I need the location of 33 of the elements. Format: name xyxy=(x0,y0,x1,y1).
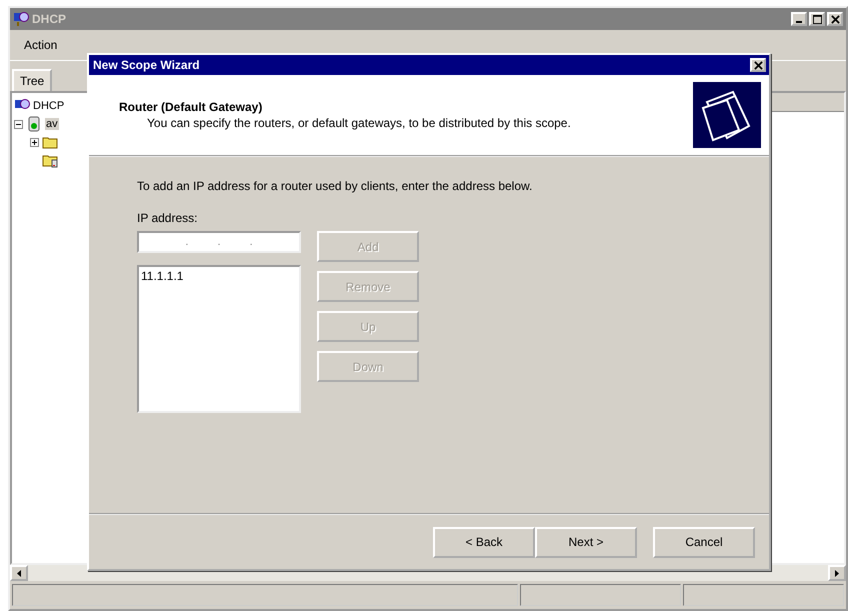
scroll-left-button[interactable] xyxy=(10,565,28,581)
window-title: DHCP xyxy=(32,12,66,26)
wizard-nav-button[interactable]: < Back xyxy=(433,526,535,558)
tree-tab[interactable]: Tree xyxy=(12,69,52,91)
minimize-icon xyxy=(796,21,802,23)
dialog-title: New Scope Wizard xyxy=(93,58,200,72)
tree-item[interactable]: av xyxy=(45,118,59,130)
expand-icon[interactable] xyxy=(30,138,39,146)
folders-icon xyxy=(693,82,761,148)
close-icon xyxy=(830,14,840,24)
ip-address-label: IP address: xyxy=(137,211,198,225)
instruction-text: To add an IP address for a router used by clients, enter the address below. xyxy=(137,179,534,193)
maximize-icon xyxy=(812,14,822,24)
left-arrow-icon xyxy=(17,570,21,576)
page-description: You can specify the routers, or default gateways, to be distributed by this scope. xyxy=(146,116,572,130)
scroll-right-button[interactable] xyxy=(828,565,846,581)
right-arrow-icon xyxy=(835,570,839,576)
close-button[interactable] xyxy=(827,12,843,26)
action-menu[interactable]: Action xyxy=(16,36,66,54)
minimize-button[interactable] xyxy=(791,12,807,26)
tree-item[interactable]: DHCP xyxy=(33,100,64,112)
server-icon xyxy=(13,11,29,27)
collapse-icon[interactable] xyxy=(14,120,23,128)
close-button[interactable] xyxy=(750,58,766,72)
wizard-nav-button[interactable]: Next > xyxy=(535,526,637,558)
close-icon xyxy=(754,60,762,70)
maximize-button[interactable] xyxy=(809,12,825,26)
ip-address-field[interactable]: . . . xyxy=(137,231,301,253)
router-list-item[interactable]: 11.1.1.1 xyxy=(141,269,297,283)
wizard-nav-button[interactable]: Cancel xyxy=(653,526,755,558)
page-heading: Router (Default Gateway) xyxy=(119,100,264,114)
database-icon xyxy=(26,116,42,132)
router-list[interactable]: 11.1.1.1 xyxy=(137,265,301,413)
